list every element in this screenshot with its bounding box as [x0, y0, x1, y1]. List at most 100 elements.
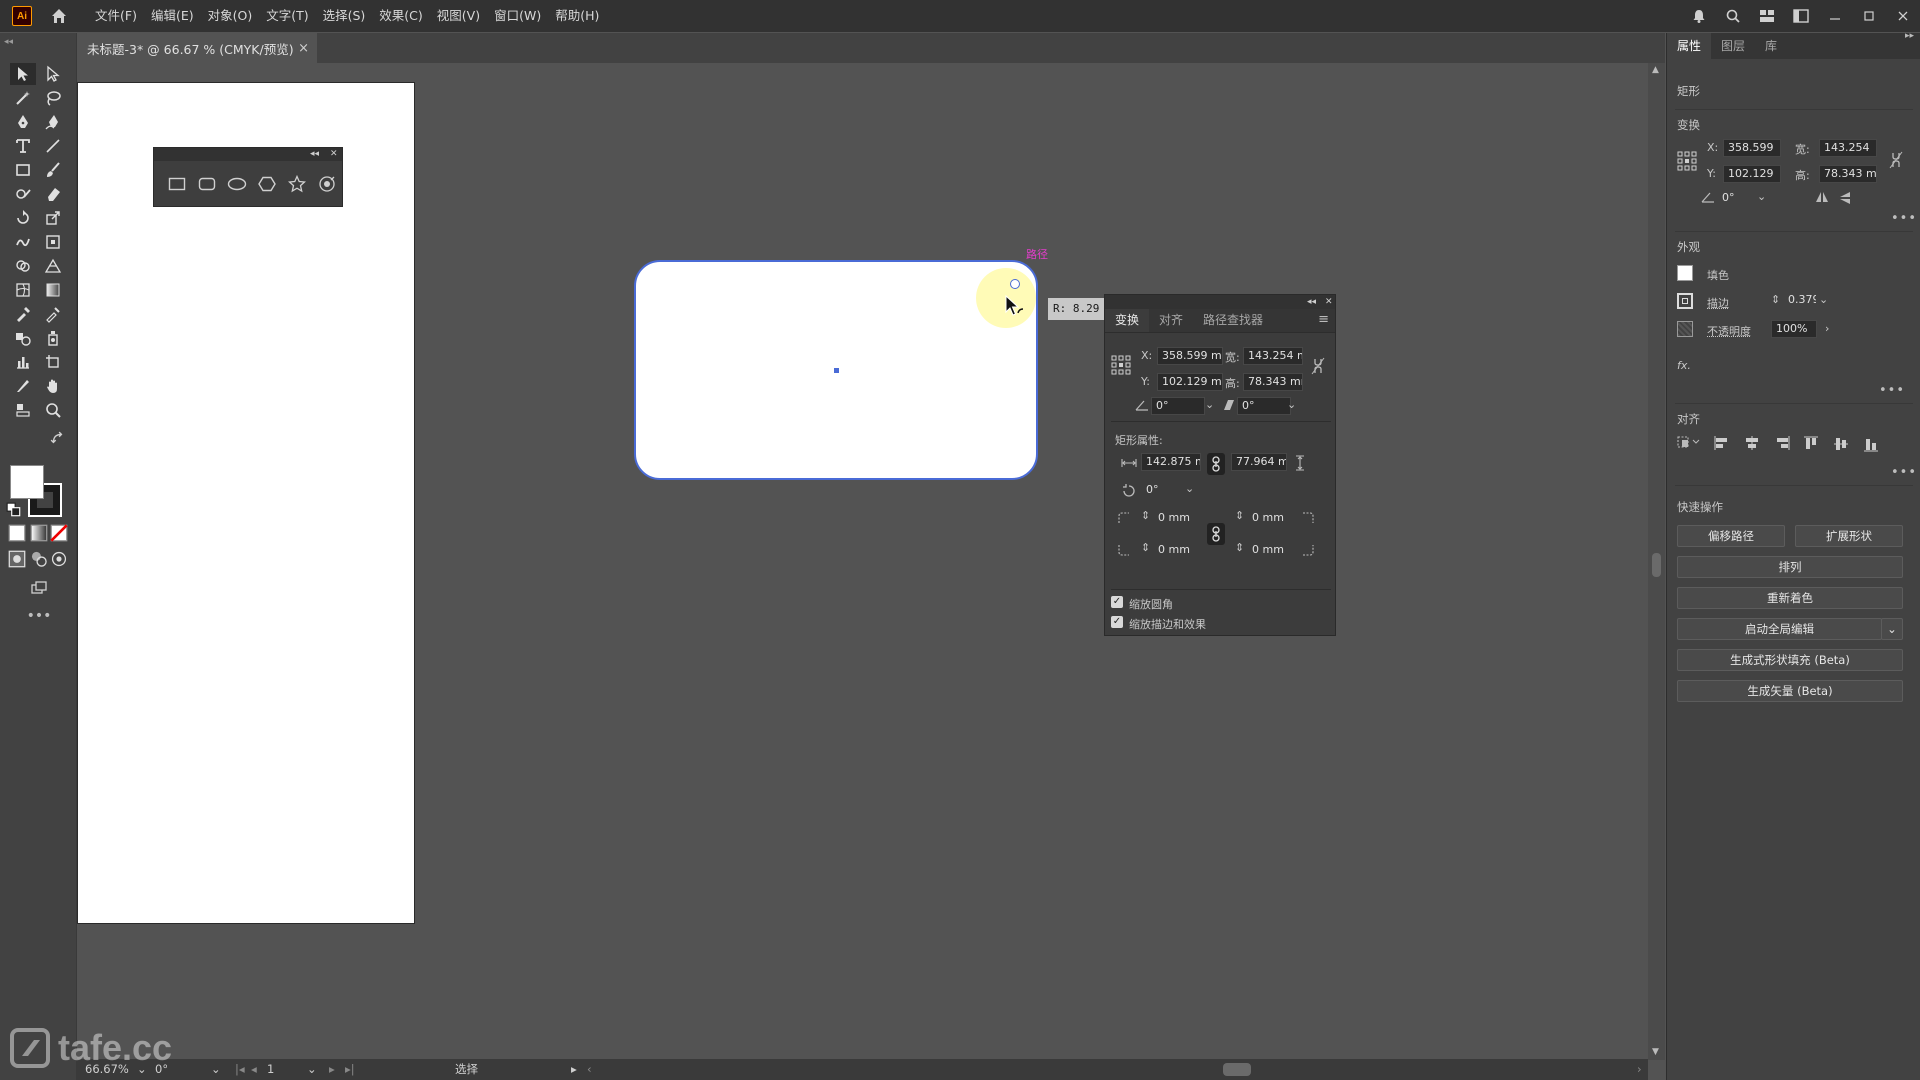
ellipse-shape-icon[interactable] [222, 171, 252, 197]
corner-tl-field[interactable]: 0 mm [1153, 509, 1197, 527]
gradient-mode-icon[interactable] [30, 524, 48, 542]
free-transform-tool-icon[interactable] [40, 231, 66, 253]
rotate-tool-icon[interactable] [10, 207, 36, 229]
paintbrush-tool-icon[interactable] [40, 159, 66, 181]
fx-effects-icon[interactable]: fx. [1677, 359, 1691, 372]
next-artboard-icon[interactable]: ▸ [325, 1061, 335, 1078]
symbol-sprayer-tool-icon[interactable] [40, 327, 66, 349]
arrange-button[interactable]: 排列 [1677, 556, 1903, 578]
align-right-icon[interactable] [1773, 435, 1791, 454]
corner-br-stepper-icon[interactable]: ⇕ [1235, 541, 1244, 554]
more-appearance-options-icon[interactable]: ••• [1879, 383, 1905, 398]
horizontal-scroll-thumb[interactable] [1223, 1063, 1251, 1076]
stroke-swatch[interactable] [1677, 293, 1693, 309]
measure-tool-icon[interactable] [40, 303, 66, 325]
scale-tool-icon[interactable] [40, 207, 66, 229]
link-rect-dimensions-icon[interactable] [1207, 453, 1225, 475]
blend-tool-icon[interactable] [10, 327, 36, 349]
rotate-field[interactable]: 0° [1151, 397, 1205, 415]
generative-shape-fill-button[interactable]: 生成式形状填充 (Beta) [1677, 649, 1903, 671]
eraser-tool-icon[interactable] [40, 183, 66, 205]
global-edit-dropdown-icon[interactable]: ⌄ [1881, 618, 1903, 640]
align-top-icon[interactable] [1803, 435, 1819, 456]
rotate-field[interactable]: 0° [1717, 189, 1757, 207]
rotate-dropdown-icon[interactable]: ⌄ [1205, 398, 1214, 411]
corner-bl-field[interactable]: 0 mm [1153, 541, 1197, 559]
stroke-weight-stepper-icon[interactable]: ⇕ [1771, 293, 1780, 306]
warp-tool-icon[interactable] [10, 231, 36, 253]
rect-width-field[interactable]: 142.875 mm [1141, 453, 1201, 471]
selection-tool-icon[interactable] [10, 63, 36, 85]
tab-transform[interactable]: 变换 [1105, 308, 1150, 332]
shape-panel-header[interactable]: ◂◂ ✕ [154, 148, 342, 161]
corner-tr-stepper-icon[interactable]: ⇕ [1235, 509, 1244, 522]
opacity-label[interactable]: 不透明度 [1707, 323, 1751, 339]
close-panel-icon[interactable]: ✕ [1325, 295, 1333, 309]
rect-height-field[interactable]: 77.964 mm [1231, 453, 1287, 471]
height-field[interactable]: 78.343 m [1819, 165, 1877, 183]
align-horizontal-center-icon[interactable] [1743, 435, 1761, 454]
width-field[interactable]: 143.254 mm [1243, 347, 1303, 365]
menu-help[interactable]: 帮助(H) [548, 0, 606, 32]
perspective-grid-tool-icon[interactable] [40, 255, 66, 277]
flip-horizontal-icon[interactable] [1815, 191, 1829, 206]
menu-object[interactable]: 对象(O) [201, 0, 260, 32]
default-fill-stroke-icon[interactable] [6, 502, 22, 517]
offset-path-button[interactable]: 偏移路径 [1677, 525, 1785, 547]
fill-swatch[interactable] [1677, 265, 1693, 281]
rectangle-tool-icon[interactable] [10, 159, 36, 181]
polygon-shape-icon[interactable] [252, 171, 282, 197]
close-panel-icon[interactable]: ✕ [330, 148, 338, 161]
arrange-documents-icon[interactable] [1784, 0, 1818, 32]
corner-tl-stepper-icon[interactable]: ⇕ [1141, 509, 1150, 522]
none-mode-icon[interactable] [50, 524, 68, 542]
zoom-tool-icon[interactable] [40, 399, 66, 421]
menu-effect[interactable]: 效果(C) [372, 0, 429, 32]
align-bottom-icon[interactable] [1863, 435, 1879, 456]
shear-field[interactable]: 0° [1237, 397, 1291, 415]
rotation-dropdown-icon[interactable]: ⌄ [207, 1061, 221, 1078]
slice-tool-icon[interactable] [10, 375, 36, 397]
shear-dropdown-icon[interactable]: ⌄ [1287, 398, 1296, 411]
align-to-dropdown-icon[interactable] [1677, 435, 1703, 452]
shape-builder-tool-icon[interactable] [10, 255, 36, 277]
previous-artboard-icon[interactable]: ◂ [247, 1061, 257, 1078]
scroll-right-icon[interactable]: › [1633, 1061, 1642, 1078]
color-mode-icon[interactable] [8, 524, 26, 542]
menu-edit[interactable]: 编辑(E) [144, 0, 201, 32]
artboard-number-field[interactable]: 1 [263, 1061, 303, 1078]
align-left-icon[interactable] [1713, 435, 1731, 454]
status-menu-arrow-icon[interactable]: ▸ [567, 1061, 577, 1078]
stroke-weight-field[interactable]: 0.379 [1783, 291, 1817, 309]
last-artboard-icon[interactable]: ▸| [341, 1061, 355, 1078]
reference-point-icon[interactable] [1677, 151, 1697, 174]
edit-toolbar-more-icon[interactable]: ••• [26, 605, 52, 627]
corner-tr-field[interactable]: 0 mm [1247, 509, 1291, 527]
scale-strokes-checkbox[interactable]: ✓ [1111, 616, 1123, 628]
stroke-label[interactable]: 描边 [1707, 295, 1729, 311]
height-field[interactable]: 78.343 mm [1243, 373, 1303, 391]
scale-corners-checkbox[interactable]: ✓ [1111, 596, 1123, 608]
print-tiling-tool-icon[interactable] [10, 399, 36, 421]
tab-align[interactable]: 对齐 [1149, 308, 1193, 332]
pen-tool-icon[interactable] [10, 111, 36, 133]
panel-menu-icon[interactable]: ≡ [1318, 308, 1329, 332]
first-artboard-icon[interactable]: |◂ [231, 1061, 245, 1078]
shaper-tool-icon[interactable] [10, 183, 36, 205]
rotate-dropdown-icon[interactable]: ⌄ [1757, 190, 1766, 203]
column-graph-tool-icon[interactable] [10, 351, 36, 373]
width-field[interactable]: 143.254 [1819, 139, 1877, 157]
x-field[interactable]: 358.599 mm [1157, 347, 1223, 365]
transform-panel-header[interactable]: ◂◂ ✕ [1105, 295, 1335, 309]
line-segment-tool-icon[interactable] [40, 135, 66, 157]
workspace-switcher-icon[interactable] [1750, 0, 1784, 32]
draw-inside-icon[interactable] [50, 551, 68, 567]
scroll-down-icon[interactable]: ▼ [1652, 1047, 1659, 1057]
artboard[interactable] [77, 82, 415, 924]
bell-icon[interactable] [1682, 0, 1716, 32]
rect-rotate-field[interactable]: 0° [1141, 481, 1187, 499]
rect-rotate-dropdown-icon[interactable]: ⌄ [1185, 482, 1194, 495]
draw-behind-icon[interactable] [30, 551, 48, 567]
home-icon[interactable] [48, 5, 70, 27]
tab-pathfinder[interactable]: 路径查找器 [1193, 308, 1273, 332]
